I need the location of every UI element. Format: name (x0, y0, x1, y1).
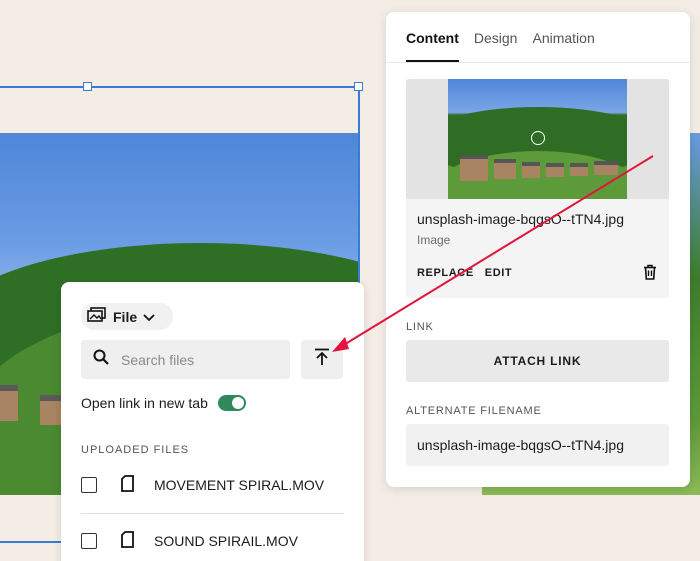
file-checkbox[interactable] (81, 533, 97, 549)
selection-border-right (358, 86, 360, 286)
file-icon (121, 475, 134, 495)
resize-handle-top-right[interactable] (354, 82, 363, 91)
image-type-label: Image (417, 233, 451, 247)
link-section-label: LINK (406, 321, 434, 333)
trash-icon[interactable] (643, 264, 657, 285)
thumb-house (522, 162, 540, 178)
thumb-house (546, 163, 564, 177)
chevron-down-icon (143, 309, 155, 325)
file-icon (121, 531, 134, 551)
attach-link-button[interactable]: ATTACH LINK (406, 340, 669, 382)
tab-content[interactable]: Content (406, 30, 459, 62)
replace-button[interactable]: REPLACE (417, 267, 474, 279)
photo-house (0, 385, 18, 421)
search-input[interactable] (121, 351, 271, 368)
selection-border-top (0, 86, 359, 88)
search-icon (93, 349, 109, 370)
open-new-tab-toggle[interactable] (217, 395, 246, 411)
resize-handle-top[interactable] (83, 82, 92, 91)
source-dropdown-label: File (113, 308, 138, 325)
search-field[interactable] (81, 340, 290, 379)
upload-button[interactable] (301, 340, 343, 379)
file-name: SOUND SPIRAIL.MOV (154, 533, 298, 549)
images-icon (87, 307, 107, 326)
divider (386, 62, 690, 63)
image-thumbnail-area[interactable] (406, 79, 669, 199)
focal-point-handle[interactable] (531, 131, 545, 145)
uploaded-files-heading: UPLOADED FILES (81, 444, 190, 456)
image-settings-panel: Content Design Animation unsplash-image-… (386, 12, 690, 487)
file-checkbox[interactable] (81, 477, 97, 493)
panel-tabs: Content Design Animation (406, 30, 595, 62)
source-dropdown[interactable]: File (81, 303, 173, 330)
edit-button[interactable]: EDIT (485, 267, 512, 279)
image-thumbnail (448, 79, 627, 199)
tab-animation[interactable]: Animation (532, 30, 594, 62)
alternate-filename-label: ALTERNATE FILENAME (406, 405, 542, 417)
tab-design[interactable]: Design (474, 30, 518, 62)
alternate-filename-input[interactable] (406, 424, 669, 466)
open-new-tab-label: Open link in new tab (81, 395, 208, 411)
thumb-house (570, 163, 588, 176)
thumb-house (460, 155, 488, 181)
image-actions: REPLACE EDIT (417, 267, 512, 279)
image-card: unsplash-image-bqgsO--tTN4.jpg Image REP… (406, 79, 669, 298)
file-picker-panel: File Open link in new tab UPLOADED FILES… (61, 282, 364, 561)
upload-icon (314, 348, 330, 371)
file-list-item[interactable]: MOVEMENT SPIRAL.MOV (81, 457, 344, 513)
open-new-tab-option: Open link in new tab (81, 395, 246, 411)
selection-border-bottom (0, 541, 62, 543)
image-filename: unsplash-image-bqgsO--tTN4.jpg (417, 211, 624, 227)
file-list-item[interactable]: SOUND SPIRAIL.MOV (81, 513, 344, 561)
thumb-house (594, 161, 618, 175)
file-name: MOVEMENT SPIRAL.MOV (154, 477, 325, 493)
thumb-house (494, 159, 516, 179)
